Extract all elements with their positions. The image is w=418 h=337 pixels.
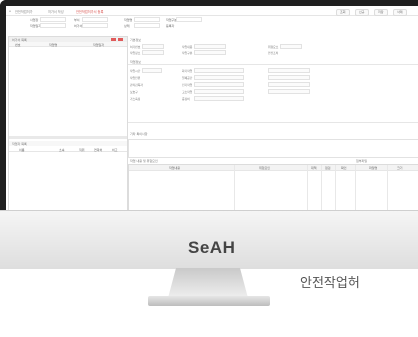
heavy-equipment-field[interactable] [194, 96, 244, 101]
field-label: 가스측정 [130, 97, 141, 101]
column-header[interactable]: 비고 [112, 148, 118, 152]
hot-work-field[interactable] [194, 68, 244, 73]
home-icon[interactable]: ⌂ [9, 9, 11, 13]
filter-input[interactable] [40, 17, 66, 22]
filter-input[interactable] [40, 23, 66, 28]
electrical-work-field[interactable] [194, 82, 244, 87]
column-header[interactable]: 확인 [341, 166, 347, 170]
remove-row-button[interactable] [118, 38, 123, 41]
breadcrumb-item[interactable]: 허가서 작성 [48, 9, 64, 14]
brand-logo: SeAH [188, 238, 236, 257]
filter-bar: 사업장 부서 작업일자 허가서번호 작업명 작업구분 상태 등록자 [6, 16, 418, 36]
work-content-field[interactable] [194, 44, 226, 49]
grid-line [387, 165, 388, 210]
monitor-stand-neck [168, 268, 248, 298]
field-label: 밀폐공간 [182, 76, 193, 80]
divider [128, 122, 418, 123]
breadcrumb-current: 안전작업허가서 등록 [76, 10, 104, 14]
filter-input[interactable] [82, 17, 108, 22]
search-button[interactable]: 조회 [336, 9, 350, 16]
filter-label: 작업명 [124, 18, 133, 22]
column-header[interactable]: 파일명 [369, 166, 377, 170]
field-label: 작업시간 [130, 69, 141, 73]
grid-line [307, 165, 308, 210]
hazard-field[interactable] [280, 44, 302, 49]
memo-textarea[interactable] [128, 139, 418, 158]
location-field[interactable] [142, 50, 164, 55]
column-header[interactable]: 직위 [79, 148, 85, 152]
column-header[interactable]: 연락처 [94, 148, 102, 152]
column-header[interactable]: 번호 [15, 43, 21, 47]
breadcrumb-item[interactable]: 안전작업허가 [15, 9, 33, 14]
field-label: 작업장소 [130, 51, 141, 55]
permit-number-field[interactable] [142, 44, 164, 49]
panel-header: 작업자 목록 [9, 141, 127, 146]
column-header[interactable]: 이름 [19, 148, 25, 152]
section-title: 기본정보 [130, 38, 142, 42]
app-screen: ⌂ 안전작업허가 허가서 작성 안전작업허가서 등록 조회 신규 저장 삭제 사… [6, 6, 418, 210]
grid-line [234, 165, 235, 210]
permit-detail-form: 기본정보 허가번호 작업장소 작업내용 작업구분 위험요소 안전조치 작업정보 … [128, 36, 418, 210]
field-label: 관리감독자 [130, 83, 143, 87]
column-header[interactable]: 대책 [311, 166, 317, 170]
column-header[interactable]: 작업일자 [93, 43, 104, 47]
monitor-stand-base [148, 296, 270, 306]
column-header[interactable]: 위험요인 [259, 166, 270, 170]
section-title: 기타 특이사항 [130, 132, 148, 136]
filter-input[interactable] [82, 23, 108, 28]
table-header: 작업내용 위험요인 대책 점검 확인 파일명 크기 [129, 165, 418, 171]
field-label: 안전조치 [268, 51, 279, 55]
delete-button[interactable]: 삭제 [393, 9, 407, 16]
confined-space-field[interactable] [194, 75, 244, 80]
filter-input[interactable] [134, 17, 160, 22]
panel-title: 작업자 목록 [12, 142, 27, 146]
check-field[interactable] [268, 68, 310, 73]
column-header[interactable]: 작업내용 [169, 166, 180, 170]
column-header[interactable]: 작업명 [49, 43, 57, 47]
permit-list-panel: 허가서 목록 번호 작업명 작업일자 작업자 목록 이름 소속 직위 연락처 비… [8, 36, 128, 210]
column-header[interactable]: 점검 [325, 166, 331, 170]
save-button[interactable]: 저장 [374, 9, 388, 16]
field-label: 화기작업 [182, 69, 193, 73]
field-label: 고소작업 [182, 90, 193, 94]
filter-label: 사업장 [30, 18, 39, 22]
divider [128, 64, 418, 65]
new-button[interactable]: 신규 [355, 9, 369, 16]
field-label: 위험요소 [268, 45, 279, 49]
check-field[interactable] [268, 89, 310, 94]
add-row-button[interactable] [111, 38, 116, 41]
height-work-field[interactable] [194, 89, 244, 94]
field-label: 허가번호 [130, 45, 141, 49]
column-header[interactable]: 소속 [59, 148, 65, 152]
section-title: 첨부파일 [356, 159, 368, 163]
horizontal-scrollbar[interactable] [9, 136, 127, 139]
field-label: 전기작업 [182, 83, 193, 87]
field-label: 작업인원 [130, 76, 141, 80]
filter-input[interactable] [134, 23, 160, 28]
table-header: 이름 소속 직위 연락처 비고 [9, 147, 127, 152]
work-time-field[interactable] [142, 68, 162, 73]
column-header[interactable]: 크기 [397, 166, 403, 170]
filter-label: 상태 [124, 24, 130, 28]
grid-line [321, 165, 322, 210]
check-field[interactable] [268, 82, 310, 87]
grid-line [335, 165, 336, 210]
table-header: 번호 작업명 작업일자 [9, 42, 127, 47]
caption-text: 안전작업허 [300, 276, 360, 291]
check-field[interactable] [268, 75, 310, 80]
work-type-field[interactable] [194, 50, 226, 55]
field-label: 보호구 [130, 90, 138, 94]
filter-input[interactable] [176, 17, 202, 22]
app-titlebar: ⌂ 안전작업허가 허가서 작성 안전작업허가서 등록 조회 신규 저장 삭제 [6, 6, 418, 16]
work-hazard-grid: 작업내용 위험요인 대책 점검 확인 파일명 크기 [128, 164, 418, 210]
field-label: 작업구분 [182, 51, 193, 55]
grid-line [355, 165, 356, 210]
filter-label: 등록자 [166, 24, 175, 28]
filter-label: 부서 [74, 18, 80, 22]
monitor-frame: ⌂ 안전작업허가 허가서 작성 안전작업허가서 등록 조회 신규 저장 삭제 사… [0, 0, 418, 270]
field-label: 중장비 [182, 97, 190, 101]
section-title: 작업 내용 및 위험요인 [130, 159, 158, 163]
field-label: 작업내용 [182, 45, 193, 49]
